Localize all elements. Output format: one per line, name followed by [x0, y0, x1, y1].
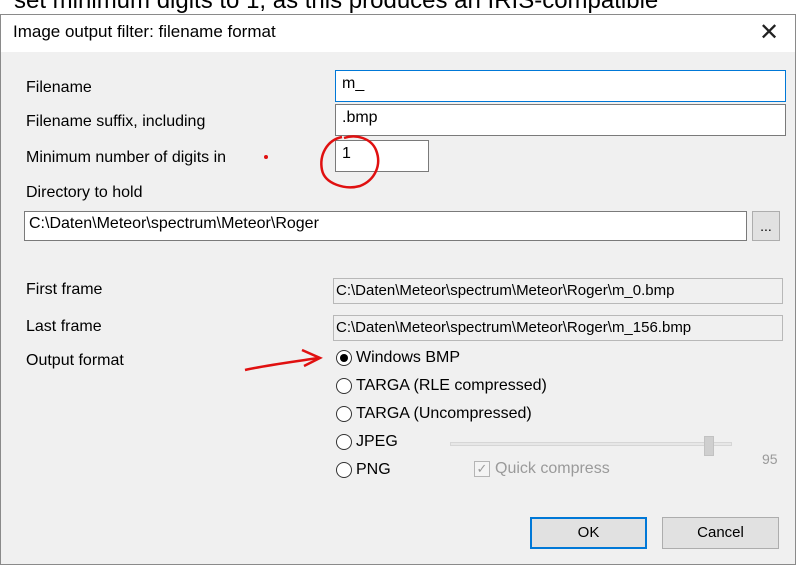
filename-label: Filename — [26, 79, 92, 96]
suffix-input[interactable]: .bmp — [335, 104, 786, 136]
radio-button-icon — [336, 378, 352, 394]
radio-label: TARGA (RLE compressed) — [356, 377, 547, 394]
jpeg-quality-value: 95 — [762, 451, 778, 467]
title-bar[interactable]: Image output filter: filename format ✕ — [1, 15, 795, 52]
browse-button[interactable]: ... — [752, 211, 780, 241]
slider-track — [450, 442, 732, 446]
ok-button[interactable]: OK — [530, 517, 647, 549]
radio-button-icon — [336, 462, 352, 478]
radio-label: Windows BMP — [356, 349, 461, 366]
directory-input[interactable]: C:\Daten\Meteor\spectrum\Meteor\Roger — [24, 211, 747, 241]
radio-png[interactable]: PNG — [336, 461, 391, 479]
cancel-button[interactable]: Cancel — [662, 517, 779, 549]
quick-compress-checkbox[interactable]: ✓ Quick compress — [474, 460, 610, 478]
caption-text: set minimum digits to 1, as this produce… — [14, 0, 659, 14]
radio-button-icon — [336, 434, 352, 450]
first-frame-value: C:\Daten\Meteor\spectrum\Meteor\Roger\m_… — [333, 278, 783, 304]
radio-jpeg[interactable]: JPEG — [336, 433, 398, 451]
close-icon[interactable]: ✕ — [751, 17, 787, 49]
slider-thumb[interactable] — [704, 436, 715, 456]
radio-label: TARGA (Uncompressed) — [356, 405, 532, 422]
quick-compress-label: Quick compress — [495, 460, 610, 477]
first-frame-label: First frame — [26, 281, 103, 298]
radio-targa-uncompressed[interactable]: TARGA (Uncompressed) — [336, 405, 532, 423]
filename-input[interactable]: m_ — [335, 70, 786, 102]
digits-input[interactable]: 1 — [335, 140, 429, 172]
radio-button-icon — [336, 406, 352, 422]
directory-label: Directory to hold — [26, 184, 143, 201]
radio-targa-rle[interactable]: TARGA (RLE compressed) — [336, 377, 547, 395]
radio-label: JPEG — [356, 433, 398, 450]
dialog-title: Image output filter: filename format — [13, 22, 276, 41]
radio-label: PNG — [356, 461, 391, 478]
digits-label: Minimum number of digits in — [26, 149, 227, 166]
radio-windows-bmp[interactable]: Windows BMP — [336, 349, 460, 367]
checkmark-icon: ✓ — [474, 461, 490, 477]
last-frame-label: Last frame — [26, 318, 102, 335]
last-frame-value: C:\Daten\Meteor\spectrum\Meteor\Roger\m_… — [333, 315, 783, 341]
suffix-label: Filename suffix, including — [26, 113, 206, 130]
jpeg-quality-slider[interactable] — [450, 436, 732, 456]
output-format-label: Output format — [26, 352, 124, 369]
radio-button-icon — [336, 350, 352, 366]
